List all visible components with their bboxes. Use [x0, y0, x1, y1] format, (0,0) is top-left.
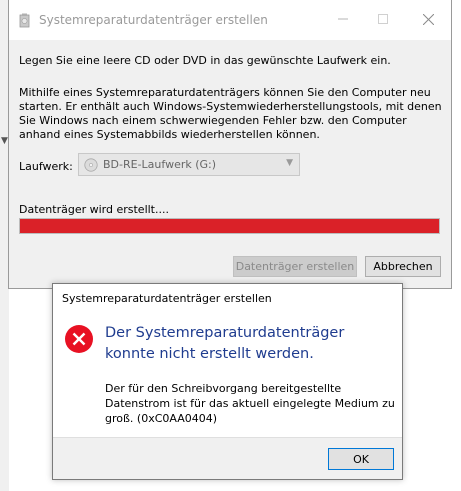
- maximize-button[interactable]: [369, 8, 397, 30]
- error-dialog-title: Systemreparaturdatenträger erstellen: [62, 292, 272, 305]
- drive-label: Laufwerk:: [19, 160, 73, 173]
- app-icon: [19, 13, 30, 28]
- drive-select[interactable]: BD-RE-Laufwerk (G:) ▼: [78, 153, 300, 176]
- progress-label: Datenträger wird erstellt....: [19, 203, 169, 216]
- instruction-text: Legen Sie eine leere CD oder DVD in das …: [19, 54, 391, 67]
- chevron-down-icon: ▼: [1, 136, 8, 146]
- close-icon: [422, 13, 434, 25]
- drive-select-value: BD-RE-Laufwerk (G:): [103, 158, 217, 171]
- description-text: Mithilfe eines Systemreparaturdatenträge…: [19, 86, 442, 141]
- progress-bar: [19, 218, 440, 234]
- title-bar: Systemreparaturdatenträger erstellen: [9, 0, 451, 40]
- disc-icon: [84, 157, 98, 172]
- create-disc-button[interactable]: Datenträger erstellen: [233, 256, 357, 277]
- progress-fill: [20, 219, 439, 233]
- minimize-button[interactable]: [329, 8, 357, 30]
- ok-button[interactable]: OK: [328, 448, 394, 470]
- cancel-button[interactable]: Abbrechen: [365, 256, 441, 277]
- error-heading: Der Systemreparaturdatenträger konnte ni…: [105, 325, 345, 362]
- maximize-icon: [378, 14, 388, 24]
- close-button[interactable]: [414, 8, 442, 30]
- error-dialog: Systemreparaturdatenträger erstellen Der…: [52, 283, 403, 480]
- error-dialog-footer: OK: [53, 437, 402, 479]
- window-title: Systemreparaturdatenträger erstellen: [39, 13, 268, 27]
- minimize-icon: [338, 18, 348, 20]
- error-detail: Der für den Schreibvorgang bereitgestell…: [105, 382, 395, 425]
- chevron-down-icon: ▼: [286, 158, 293, 168]
- error-icon: [65, 325, 93, 353]
- main-dialog: Systemreparaturdatenträger erstellen Leg…: [8, 0, 452, 289]
